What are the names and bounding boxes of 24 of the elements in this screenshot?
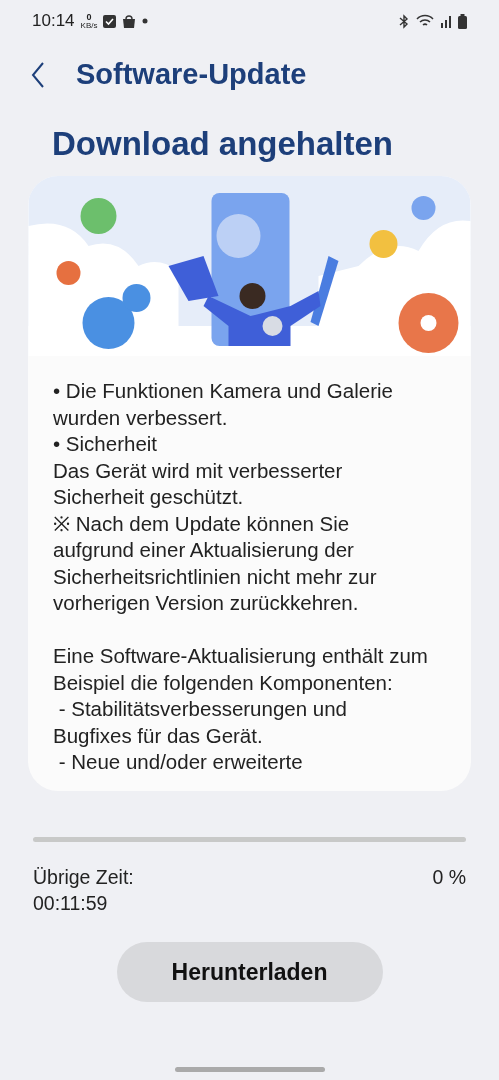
release-note-text: - Neue und/oder erweiterte (57, 749, 304, 775)
release-note-text: - Stabilitätsverbesserungen und Bugfixes für das Gerät. (53, 696, 348, 749)
net-speed-unit: KB/s (80, 21, 98, 30)
signal-icon (440, 14, 452, 28)
shopping-bag-icon (122, 14, 137, 28)
release-note-text: • Die Funktionen Kamera und Galerie wurden verbessert. (53, 378, 394, 431)
net-speed-value: 0 (86, 12, 92, 22)
release-note-text: • Sicherheit (53, 431, 159, 457)
status-time: 10:14 (32, 10, 75, 33)
page-title: Software-Update (76, 57, 307, 93)
release-note-text: Eine Software-Aktualisierung enthält zum Beispiel die folgenden Komponenten: (53, 643, 429, 696)
download-button[interactable]: Herunterladen (116, 942, 383, 1002)
release-note-text: Das Gerät wird mit verbesserter Sicherheit geschützt. (53, 457, 344, 510)
dot-icon (142, 18, 149, 24)
release-note-text: ※ Nach dem Update können Sie aufgrund einer Aktualisierung der Sicherheitsrichtlinien nicht mehr zur vorherigen Version zurückkehren. (53, 510, 378, 616)
checkbox-icon (103, 14, 117, 28)
status-heading: Download angehalten (51, 124, 395, 164)
remaining-time-value: 00:11:59 (33, 891, 109, 916)
battery-icon (458, 13, 467, 29)
wifi-icon (416, 14, 434, 28)
progress-percent: 0 % (432, 865, 466, 890)
remaining-time-label: Übrige Zeit: (33, 865, 134, 890)
back-icon (31, 62, 45, 88)
bluetooth-icon (398, 13, 410, 29)
